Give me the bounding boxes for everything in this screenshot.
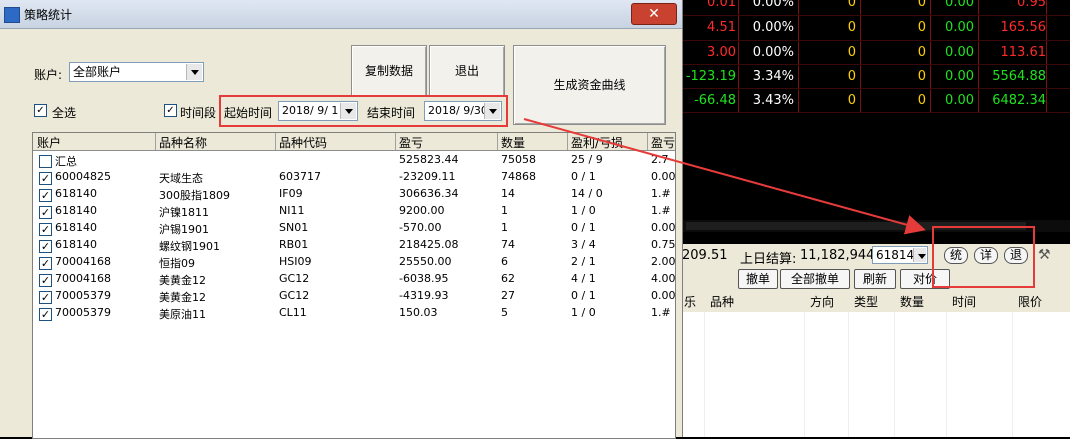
annotation-arrow: [523, 118, 926, 235]
